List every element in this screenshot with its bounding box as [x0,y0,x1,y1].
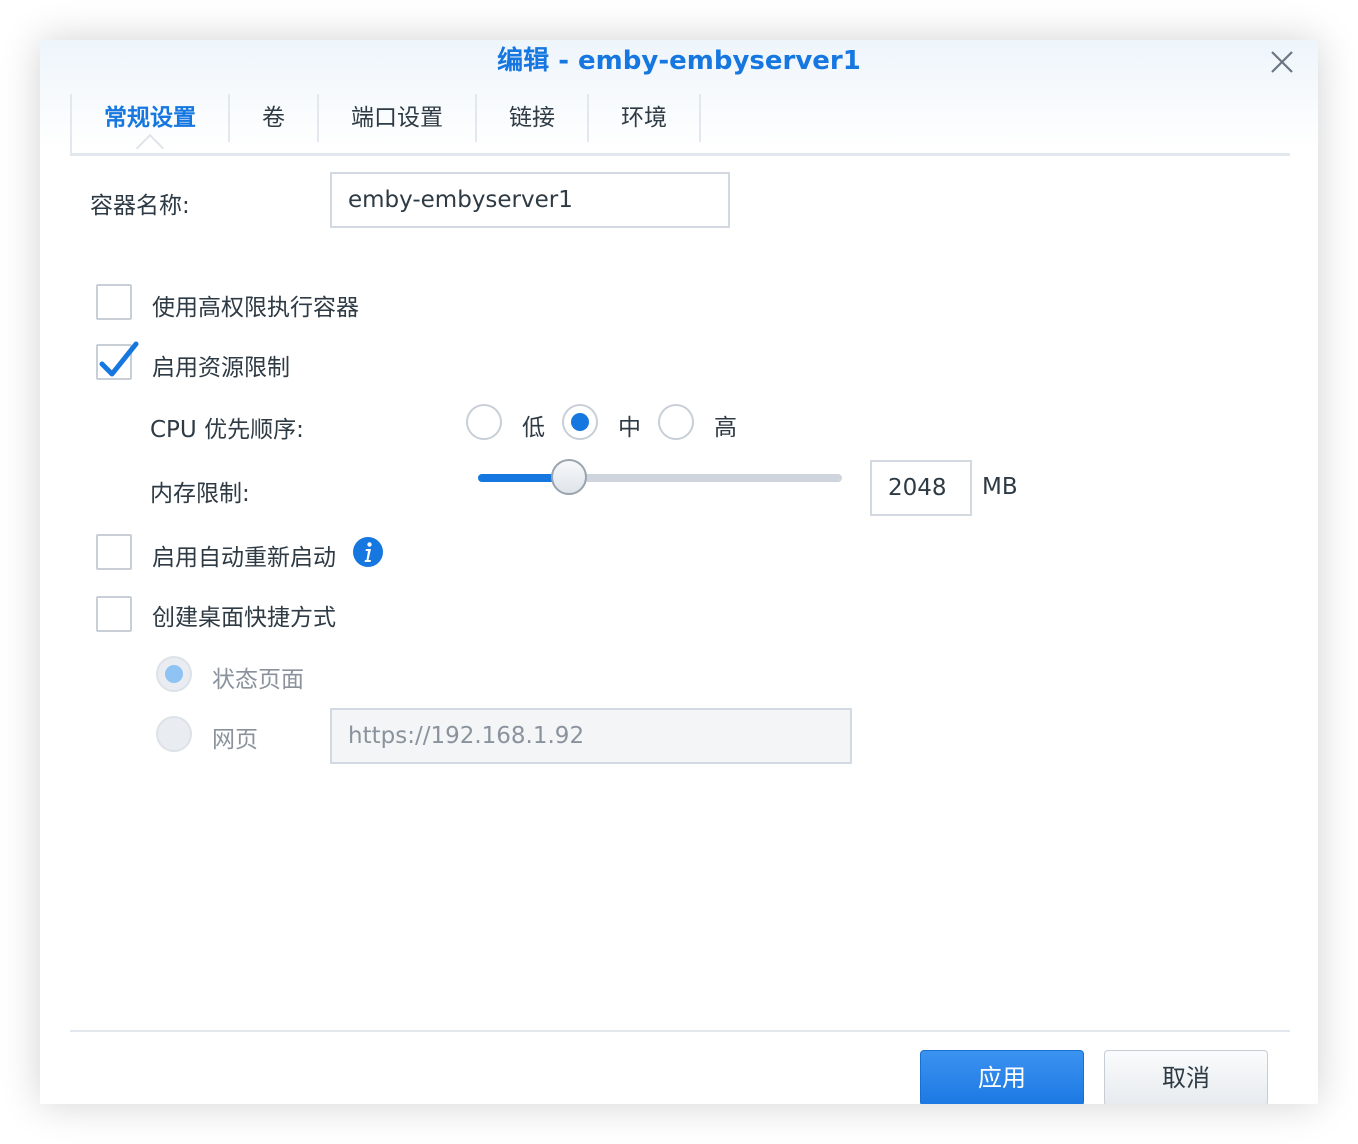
cpu-priority-medium-radio[interactable] [562,404,598,440]
tab-general[interactable]: 常规设置 [72,94,230,163]
cpu-priority-low-radio[interactable] [466,404,502,440]
memory-unit-label: MB [982,474,1018,500]
tab-environment[interactable]: 环境 [589,94,701,142]
footer-divider [70,1030,1290,1032]
tab-links[interactable]: 链接 [477,94,589,142]
tab-volume[interactable]: 卷 [230,94,319,142]
info-icon[interactable] [352,536,384,568]
cpu-priority-label: CPU 优先顺序: [150,417,304,443]
cpu-priority-high-radio[interactable] [658,404,694,440]
tab-divider [70,153,1290,156]
webpage-url-input[interactable] [330,708,852,764]
tab-label: 常规设置 [104,105,196,131]
status-page-label: 状态页面 [212,667,304,693]
container-name-label: 容器名称: [90,193,190,219]
tab-port-settings[interactable]: 端口设置 [319,94,477,142]
desktop-shortcut-label: 创建桌面快捷方式 [152,605,336,631]
container-name-input[interactable] [330,172,730,228]
webpage-label: 网页 [212,727,258,753]
memory-slider-thumb[interactable] [551,459,587,495]
desktop-shortcut-checkbox[interactable] [96,596,132,632]
memory-limit-label: 内存限制: [150,481,250,507]
resource-limit-checkbox[interactable] [96,341,139,380]
close-icon[interactable] [1268,48,1296,76]
privileged-checkbox[interactable] [96,284,132,320]
status-page-radio[interactable] [156,656,192,692]
cpu-priority-medium-label: 中 [618,415,641,441]
memory-limit-input[interactable] [870,460,972,516]
tab-label: 卷 [262,105,285,131]
cancel-button[interactable]: 取消 [1104,1050,1268,1104]
auto-restart-checkbox[interactable] [96,534,132,570]
resource-limit-label: 启用资源限制 [152,355,290,381]
apply-button[interactable]: 应用 [920,1050,1084,1104]
active-tab-pointer [135,133,165,163]
checkmark-icon [99,341,139,377]
tab-label: 链接 [509,105,555,131]
tab-label: 端口设置 [351,105,443,131]
memory-slider[interactable] [478,459,842,495]
auto-restart-label: 启用自动重新启动 [152,545,336,571]
cpu-priority-high-label: 高 [714,415,737,441]
tab-label: 环境 [621,105,667,131]
privileged-label: 使用高权限执行容器 [152,295,359,321]
edit-dialog: 编辑 - emby-embyserver1 常规设置 卷 端口设置 链接 环境 … [40,40,1318,1104]
dialog-title: 编辑 - emby-embyserver1 [497,46,861,76]
cpu-priority-low-label: 低 [522,415,545,441]
tab-bar: 常规设置 卷 端口设置 链接 环境 [70,94,701,163]
webpage-radio[interactable] [156,716,192,752]
